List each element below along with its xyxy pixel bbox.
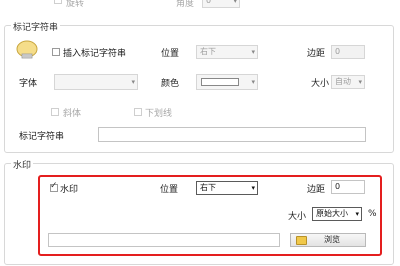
browse-label: 浏览 xyxy=(324,235,340,244)
insert-marker-checkbox[interactable] xyxy=(52,48,60,56)
marker-string-input[interactable] xyxy=(98,127,366,142)
color-select[interactable]: ▾ xyxy=(196,74,258,90)
chevron-down-icon: ▾ xyxy=(251,78,255,86)
angle-value: 0 xyxy=(206,0,212,5)
rotate-label: 旋转 xyxy=(66,0,85,9)
angle-select[interactable]: 0 ▾ xyxy=(202,0,240,8)
marker-size-select[interactable]: 自动 ▾ xyxy=(331,75,365,89)
color-swatch xyxy=(201,78,239,86)
angle-label: 角度 xyxy=(176,0,195,9)
watermark-margin-label: 边距 xyxy=(307,185,326,195)
chevron-down-icon: ▾ xyxy=(251,48,255,56)
marker-position-select[interactable]: 右下 ▾ xyxy=(196,45,258,59)
marker-string-label: 标记字符串 xyxy=(19,132,65,142)
watermark-margin-input[interactable]: 0 xyxy=(331,180,365,194)
watermark-enable-label: 水印 xyxy=(60,185,79,195)
italic-checkbox[interactable] xyxy=(51,108,59,116)
underline-checkbox[interactable] xyxy=(134,108,142,116)
watermark-size-label: 大小 xyxy=(288,212,307,222)
watermark-position-value: 右下 xyxy=(200,183,216,192)
chevron-down-icon: ▾ xyxy=(355,210,359,218)
chevron-down-icon: ▾ xyxy=(251,184,255,192)
document-icon xyxy=(16,40,38,59)
marker-margin-input[interactable]: 0 xyxy=(331,45,365,59)
watermark-size-value: 原始大小 xyxy=(316,209,348,218)
folder-icon xyxy=(296,236,307,245)
italic-label: 斜体 xyxy=(63,109,82,119)
font-select[interactable]: ▾ xyxy=(54,74,138,90)
chevron-down-icon: ▾ xyxy=(131,78,135,86)
watermark-size-select[interactable]: 原始大小 ▾ xyxy=(312,207,362,221)
percent-label: % xyxy=(368,209,377,219)
watermark-position-select[interactable]: 右下 ▾ xyxy=(196,181,258,195)
marker-position-value: 右下 xyxy=(200,47,216,56)
browse-button[interactable]: 浏览 xyxy=(290,233,366,247)
marker-position-label: 位置 xyxy=(161,49,180,59)
marker-size-label: 大小 xyxy=(311,79,330,89)
marker-margin-label: 边距 xyxy=(307,49,326,59)
rotate-checkbox[interactable] xyxy=(54,0,62,4)
underline-label: 下划线 xyxy=(145,109,173,119)
watermark-legend: 水印 xyxy=(11,158,34,171)
marker-legend: 标记字符串 xyxy=(11,20,61,33)
font-label: 字体 xyxy=(19,79,38,89)
chevron-down-icon: ▾ xyxy=(358,78,362,86)
watermark-checkbox[interactable] xyxy=(50,181,58,192)
color-label: 颜色 xyxy=(161,79,180,89)
insert-marker-label: 插入标记字符串 xyxy=(63,49,127,59)
marker-size-value: 自动 xyxy=(335,77,351,86)
watermark-position-label: 位置 xyxy=(160,185,179,195)
chevron-down-icon: ▾ xyxy=(233,0,237,5)
watermark-file-input[interactable] xyxy=(48,233,280,247)
